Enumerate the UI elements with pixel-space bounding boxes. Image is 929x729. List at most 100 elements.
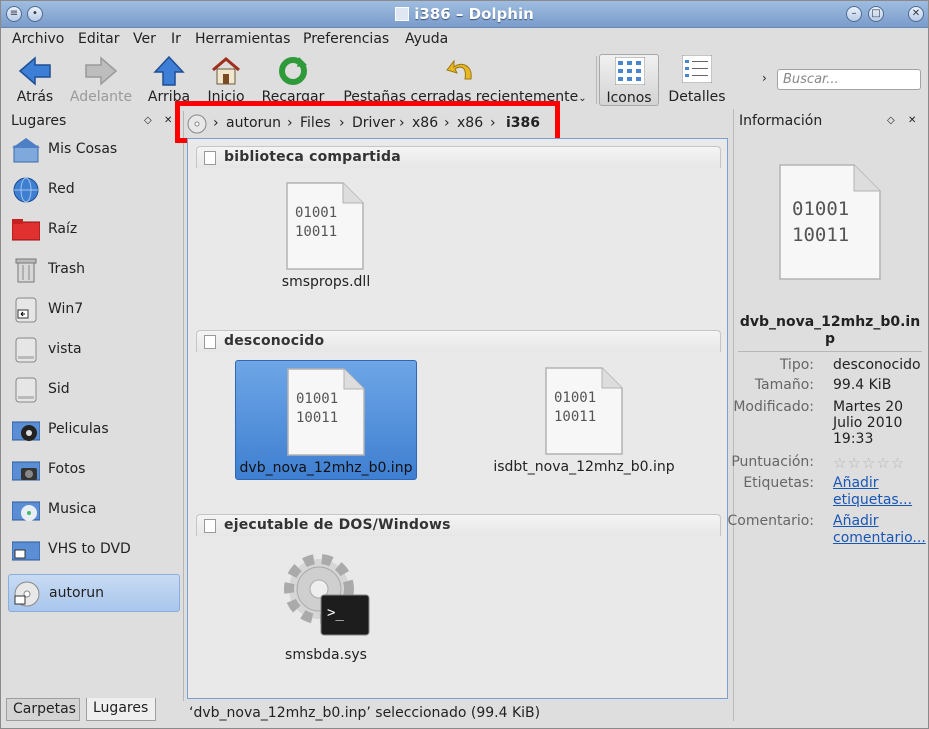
place-red[interactable]: Red — [8, 171, 180, 209]
place-peliculas[interactable]: Peliculas — [8, 411, 180, 449]
binary-file-icon: 01001 10011 — [287, 368, 365, 456]
rating-stars[interactable]: ☆☆☆☆☆ — [833, 454, 905, 472]
svg-text:01001: 01001 — [295, 205, 337, 221]
minimize-icon[interactable]: – — [846, 6, 862, 22]
pictures-folder-icon — [12, 461, 40, 481]
svg-text:01001: 01001 — [792, 198, 849, 220]
info-panel-title: Información — [739, 113, 823, 129]
optical-disc-icon — [14, 581, 40, 607]
close-icon[interactable]: ✕ — [908, 6, 924, 22]
up-arrow-icon — [153, 55, 185, 86]
tab-carpetas[interactable]: Carpetas — [6, 698, 80, 721]
drive-icon — [15, 377, 37, 403]
home-button[interactable]: Inicio — [203, 52, 249, 108]
red-folder-icon — [12, 219, 40, 241]
tab-lugares[interactable]: Lugares — [86, 698, 156, 721]
add-comment-link[interactable]: Añadir — [833, 513, 879, 529]
svg-text:10011: 10011 — [554, 409, 596, 425]
file-item[interactable]: 01001 10011 isdbt_nova_12mhz_b0.inp — [489, 360, 679, 480]
menu-editar[interactable]: Editar — [78, 31, 119, 47]
svg-text:>_: >_ — [327, 605, 344, 621]
places-panel-title: Lugares — [11, 113, 67, 129]
reload-icon — [279, 57, 307, 85]
info-modified: Martes 20 — [833, 399, 904, 415]
dolphin-window: ≡ • i386 – Dolphin – □ ✕ Archivo Editar … — [0, 0, 929, 729]
network-globe-icon — [13, 177, 39, 203]
float-panel-icon[interactable]: ◇ — [887, 115, 895, 126]
title-bar: ≡ • i386 – Dolphin – □ ✕ — [1, 1, 928, 28]
music-folder-icon — [12, 501, 40, 521]
forward-button[interactable]: Adelante — [67, 52, 135, 108]
binary-file-preview-icon: 01001 10011 — [779, 164, 881, 280]
undo-icon — [446, 59, 472, 80]
info-separator — [738, 351, 922, 352]
icons-view-icon — [615, 57, 645, 85]
reload-button[interactable]: Recargar — [259, 52, 327, 108]
up-button[interactable]: Arriba — [146, 52, 192, 108]
closed-tabs-button[interactable]: Pestañas cerradas recientemente⌄ — [341, 52, 589, 108]
group-header: ejecutable de DOS/Windows — [196, 514, 721, 536]
menu-ir[interactable]: Ir — [171, 31, 181, 47]
svg-text:01001: 01001 — [554, 390, 596, 406]
information-panel: Información ◇ ✕ 01001 10011 dvb_nova_12mh… — [728, 109, 926, 721]
info-file-name: dvb_nova_12mhz_b0.inp — [739, 314, 921, 347]
info-size: 99.4 KiB — [833, 377, 892, 393]
group-header: biblioteca compartida — [196, 146, 721, 168]
details-view-button[interactable]: Detalles — [665, 52, 729, 108]
place-raiz[interactable]: Raíz — [8, 211, 180, 249]
place-trash[interactable]: Trash — [8, 251, 180, 289]
drive-icon — [15, 297, 37, 323]
back-button[interactable]: Atrás — [11, 52, 59, 108]
place-mis-cosas[interactable]: Mis Cosas — [8, 131, 180, 169]
window-title: i386 – Dolphin — [414, 5, 534, 23]
float-panel-icon[interactable]: ◇ — [144, 115, 152, 126]
highlight-box — [175, 101, 560, 143]
document-icon — [204, 151, 216, 165]
add-tags-link[interactable]: Añadir — [833, 475, 879, 491]
video-folder-icon — [12, 421, 40, 441]
app-icon — [395, 7, 410, 21]
menu-herramientas[interactable]: Herramientas — [195, 31, 290, 47]
maximize-icon[interactable]: □ — [868, 6, 884, 22]
svg-text:01001: 01001 — [296, 391, 338, 407]
place-fotos[interactable]: Fotos — [8, 451, 180, 489]
add-comment-link[interactable]: comentario... — [833, 530, 926, 546]
document-icon — [204, 335, 216, 349]
menu-ver[interactable]: Ver — [133, 31, 156, 47]
chevron-down-icon: ⌄ — [578, 93, 587, 104]
close-panel-icon[interactable]: ✕ — [164, 115, 172, 126]
place-sid[interactable]: Sid — [8, 371, 180, 409]
place-win7[interactable]: Win7 — [8, 291, 180, 329]
places-list: Mis Cosas Red Raíz Trash Win7 vista Sid … — [8, 131, 180, 695]
drive-icon — [15, 337, 37, 363]
menu-bar: Archivo Editar Ver Ir Herramientas Prefe… — [1, 28, 928, 52]
menu-preferencias[interactable]: Preferencias — [303, 31, 389, 47]
back-arrow-icon — [18, 56, 51, 86]
trash-icon — [15, 258, 37, 283]
file-item[interactable]: 01001 10011 smsprops.dll — [235, 175, 417, 295]
place-vhs-to-dvd[interactable]: VHS to DVD — [8, 531, 180, 569]
home-icon — [212, 57, 240, 85]
close-panel-icon[interactable]: ✕ — [908, 115, 916, 126]
icons-view-button[interactable]: Iconos — [599, 54, 659, 106]
binary-file-icon: 01001 10011 — [545, 367, 623, 455]
toolbar-separator — [596, 56, 597, 104]
file-view[interactable]: biblioteca compartida 01001 10011 smsprop… — [187, 138, 728, 699]
place-autorun[interactable]: autorun — [8, 574, 180, 612]
search-input[interactable]: Buscar... — [777, 69, 921, 90]
svg-text:10011: 10011 — [792, 224, 849, 246]
executable-icon — [204, 519, 216, 533]
menu-ayuda[interactable]: Ayuda — [405, 31, 448, 47]
menu-archivo[interactable]: Archivo — [12, 31, 64, 47]
file-item[interactable]: >_ smsbda.sys — [235, 543, 417, 663]
place-vista[interactable]: vista — [8, 331, 180, 369]
svg-text:10011: 10011 — [295, 224, 337, 240]
place-musica[interactable]: Musica — [8, 491, 180, 529]
file-item-selected[interactable]: 01001 10011 dvb_nova_12mhz_b0.inp — [235, 360, 417, 480]
add-tags-link[interactable]: etiquetas... — [833, 492, 912, 508]
toolbar-overflow-icon[interactable]: › — [762, 71, 767, 85]
svg-text:10011: 10011 — [296, 410, 338, 426]
panel-splitter[interactable] — [183, 111, 184, 701]
gear-terminal-icon: >_ — [284, 554, 370, 636]
binary-file-icon: 01001 10011 — [286, 182, 364, 270]
